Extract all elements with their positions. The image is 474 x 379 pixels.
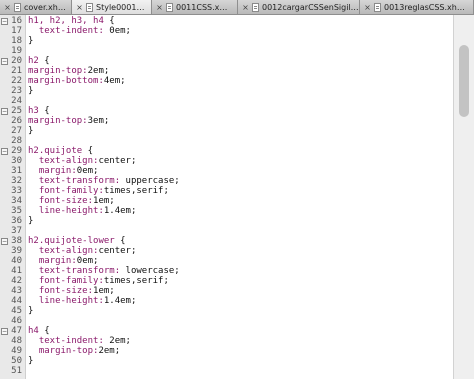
code-line[interactable]: } [28,356,33,366]
line-number: 35 [11,206,22,216]
code-line[interactable]: text-align:center; [28,156,137,166]
line-number: 28 [11,136,22,146]
code-line[interactable]: h2.quijote-lower { [28,236,126,246]
tab-bar: × cover.xh… × Style0001… × 0011CSS.x… × 0012car… [0,0,474,15]
line-number: 45 [11,306,22,316]
line-number: 42 [11,276,22,286]
line-number: 17 [11,26,22,36]
line-number: 39 [11,246,22,256]
scrollbar-thumb[interactable] [459,45,469,117]
code-line[interactable]: margin:0em; [28,166,99,176]
fold-toggle-icon[interactable]: − [1,238,8,245]
code-line[interactable]: text-align:center; [28,246,137,256]
code-area[interactable]: h1, h2, h3, h4 { text-indent: 0em;} h2 {m… [26,15,454,379]
line-number: 30 [11,156,22,166]
code-line[interactable]: font-size:1em; [28,286,115,296]
tab-label: cover.xh… [24,2,66,12]
line-number: 19 [11,46,22,56]
line-number: 51 [11,366,22,376]
code-line[interactable]: } [28,36,33,46]
code-line[interactable]: } [28,306,33,316]
line-number: 50 [11,356,22,366]
line-number: 46 [11,316,22,326]
close-icon[interactable]: × [75,3,84,12]
line-number: 24 [11,96,22,106]
code-line[interactable]: h2 { [28,56,50,66]
file-icon [252,2,259,12]
code-line[interactable]: } [28,126,33,136]
file-icon [86,2,93,12]
code-line[interactable]: margin-top:3em; [28,116,109,126]
line-number: 48 [11,336,22,346]
line-number: 18 [11,36,22,46]
line-number: 33 [11,186,22,196]
file-icon [374,2,381,12]
fold-toggle-icon[interactable]: − [1,58,8,65]
tab-2[interactable]: × Style0001… [72,0,152,14]
code-line[interactable]: font-family:times,serif; [28,276,169,286]
code-line[interactable]: text-indent: 0em; [28,26,131,36]
line-number: 43 [11,286,22,296]
line-number: 31 [11,166,22,176]
line-number: 27 [11,126,22,136]
code-line[interactable]: margin:0em; [28,256,99,266]
line-number: 23 [11,86,22,96]
tab-label: 0013reglasCSS.xh… [384,2,465,12]
line-number: 40 [11,256,22,266]
code-line[interactable]: font-size:1em; [28,196,115,206]
line-number-gutter: 16−17 18 19 20−21 22 23 24 25−26 27 28 29−30 31 32 33… [0,15,26,379]
fold-toggle-icon[interactable]: − [1,328,8,335]
line-number: 37 [11,226,22,236]
line-number: 34 [11,196,22,206]
code-line[interactable]: h1, h2, h3, h4 { [28,16,115,26]
line-number: 41 [11,266,22,276]
code-line[interactable]: } [28,86,33,96]
tab-5[interactable]: × 0013reglasCSS.xh… [360,0,474,14]
file-icon [14,2,21,12]
tab-label: 0011CSS.x… [176,2,228,12]
close-icon[interactable]: × [363,3,372,12]
close-icon[interactable]: × [3,3,12,12]
code-line[interactable]: h4 { [28,326,50,336]
close-icon[interactable]: × [155,3,164,12]
code-line[interactable]: margin-top:2em; [28,66,109,76]
line-number: 49 [11,346,22,356]
fold-toggle-icon[interactable]: − [1,108,8,115]
tab-label: 0012cargarCSSenSigil.xh… [262,2,359,12]
line-number: 36 [11,216,22,226]
code-line[interactable]: line-height:1.4em; [28,206,137,216]
line-number: 22 [11,76,22,86]
code-line[interactable]: } [28,216,33,226]
tab-3[interactable]: × 0011CSS.x… [152,0,238,14]
fold-toggle-icon[interactable]: − [1,18,8,25]
line-number: 26 [11,116,22,126]
code-line[interactable]: line-height:1.4em; [28,296,137,306]
vertical-scrollbar[interactable] [453,15,474,379]
close-icon[interactable]: × [241,3,250,12]
tab-label: Style0001… [96,2,145,12]
tab-1[interactable]: × cover.xh… [0,0,72,14]
code-line[interactable]: h3 { [28,106,50,116]
code-line[interactable]: margin-top:2em; [28,346,120,356]
code-line[interactable]: h2.quijote { [28,146,93,156]
file-icon [166,2,173,12]
line-number: 44 [11,296,22,306]
code-editor[interactable]: 16−17 18 19 20−21 22 23 24 25−26 27 28 29−30 31 32 33… [0,15,474,379]
code-line[interactable]: text-transform: lowercase; [28,266,180,276]
code-line[interactable]: margin-bottom:4em; [28,76,126,86]
tab-4[interactable]: × 0012cargarCSSenSigil.xh… [238,0,360,14]
code-line[interactable]: text-transform: uppercase; [28,176,180,186]
fold-toggle-icon[interactable]: − [1,148,8,155]
line-number: 21 [11,66,22,76]
line-number: 32 [11,176,22,186]
code-line[interactable]: text-indent: 2em; [28,336,131,346]
code-line[interactable]: font-family:times,serif; [28,186,169,196]
